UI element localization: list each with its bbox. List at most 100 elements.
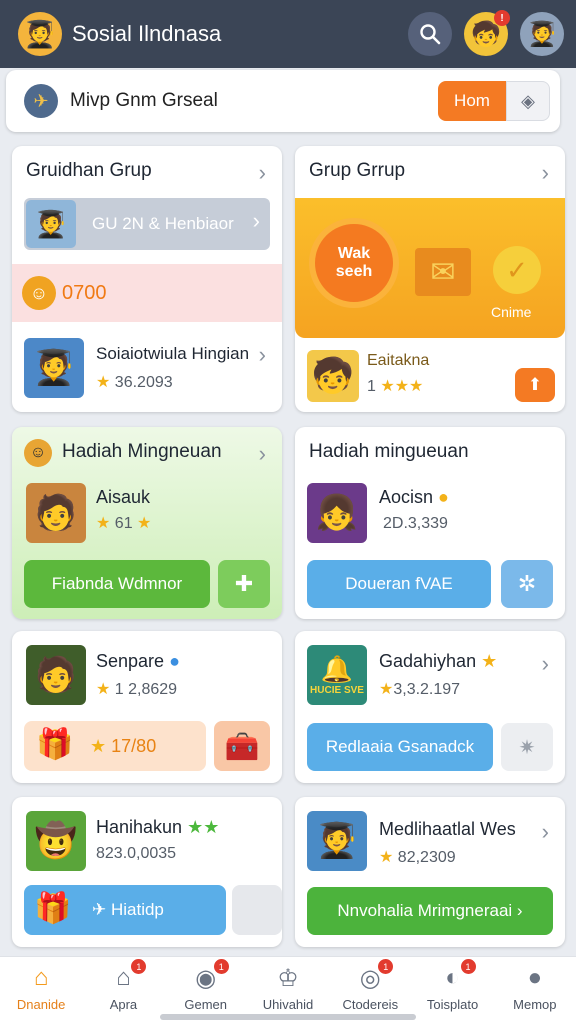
search-icon — [420, 24, 441, 45]
check-coin-icon: ✓ — [493, 246, 541, 294]
bell-icon: 🔔 — [320, 654, 354, 684]
gift-strip[interactable]: 🎁 ★ 17/80 — [24, 721, 206, 771]
badge-line-2: seeh — [335, 263, 373, 280]
member-avatar[interactable]: 🤠 — [26, 811, 86, 871]
member-avatar[interactable]: 🧑 — [26, 645, 86, 705]
star-icon: ★★★ — [380, 378, 424, 395]
member-score: 823.0,0035 — [96, 845, 177, 862]
star-icon: ★ — [96, 515, 111, 532]
search-button[interactable] — [408, 12, 452, 56]
profile-icon: ● — [527, 964, 543, 991]
member-avatar[interactable]: 🧑 — [26, 483, 86, 543]
toggle-icon[interactable]: ◈ — [506, 81, 550, 121]
member-name: Aocisn ● — [379, 487, 449, 508]
help-button[interactable]: 🎁 ✈ Hiatidp — [24, 885, 226, 935]
card-title: Hadiah mingueuan — [309, 441, 469, 462]
coin-icon: ☺ — [22, 276, 56, 310]
star-icon: ★ — [481, 651, 498, 671]
star-icon: ★ — [379, 681, 394, 698]
score-value: 3,3.2.197 — [393, 681, 461, 698]
group-search-bar[interactable]: ✈ Mivp Gnm Grseal Hom ◈ — [6, 70, 560, 132]
chevron-right-icon[interactable]: › — [259, 160, 266, 186]
extra-button[interactable]: ✷ — [501, 723, 553, 771]
member-card-1[interactable]: 🧑 Senpare ● ★ 1 2,8629 🎁 ★ 17/80 🧰 — [12, 631, 282, 783]
nav-item-home[interactable]: ⌂ Dnanide — [0, 957, 82, 1024]
chevron-right-icon: › — [252, 208, 260, 233]
help-label: ✈ Hiatidp — [92, 900, 164, 919]
reward-card-1[interactable]: ☺ Hadiah Mingneuan › 🧑 Aisauk ★ 61 ★ Fia… — [12, 427, 282, 619]
circle-icon: ◎ 1 — [353, 959, 394, 993]
download-button[interactable]: Doueran fVAE — [307, 560, 491, 608]
nav-label: Uhivahid — [262, 997, 314, 1012]
member-score: ★3,3.2.197 — [379, 679, 460, 699]
coin-icon: ● — [438, 487, 449, 507]
claim-reward-button[interactable]: Fiabnda Wdmnor — [24, 560, 210, 608]
star-icon: ★ — [96, 681, 111, 698]
chevron-right-icon[interactable]: › — [259, 441, 266, 467]
card-title: Hadiah Mingneuan — [62, 441, 222, 462]
treasure-button[interactable]: 🧰 — [214, 721, 270, 771]
redeem-button[interactable]: Redlaaia Gsanadck — [307, 723, 493, 771]
group-card-1[interactable]: Gruidhan Grup › 🧑‍🎓 GU 2N & Henbiaor › ☺… — [12, 146, 282, 412]
score-value: 61 — [114, 515, 133, 532]
puzzle-button[interactable]: ✚ — [218, 560, 270, 608]
nav-item-chat[interactable]: ◐ 1 Toisplato — [411, 957, 493, 1024]
app-logo-avatar[interactable]: 🧑‍🎓 — [18, 12, 62, 56]
member-name: Aisauk — [96, 487, 151, 507]
tile-label: HUCIE SVE — [310, 685, 364, 696]
group-tile[interactable]: 🔔 HUCIE SVE — [307, 645, 367, 705]
gift-value-text: 17/80 — [111, 736, 157, 756]
star-icon: ★ — [379, 849, 394, 866]
member-card-4[interactable]: 🧑‍🎓 Medlihaatlal Wes › ★ 82,2309 Nnvohal… — [295, 797, 565, 947]
group-card-2[interactable]: Grup Grrup › Wak seeh ✉ ✓ Cnime 🧒 Eaitak… — [295, 146, 565, 412]
nav-item-camera[interactable]: ⌂ 1 Apra — [82, 957, 164, 1024]
member-name-text: Gadahiyhan — [379, 651, 477, 671]
settings-button[interactable]: ✲ — [501, 560, 553, 608]
chevron-right-icon[interactable]: › — [542, 160, 549, 186]
nav-badge: 1 — [460, 959, 476, 974]
promo-banner[interactable]: Wak seeh ✉ ✓ Cnime — [295, 198, 565, 338]
group-banner[interactable]: 🧑‍🎓 GU 2N & Henbiaor › — [24, 198, 270, 250]
nav-item-profile[interactable]: ● Memop — [494, 957, 576, 1024]
member-avatar[interactable]: 🧑‍🎓 — [307, 811, 367, 871]
member-name: Soiaiotwiula Hingian — [96, 344, 250, 363]
nav-badge: 1 — [378, 959, 394, 974]
member-score: ★ 61 ★ — [96, 513, 151, 533]
profile-avatar[interactable]: 🧑‍🎓 — [520, 12, 564, 56]
reward-card-2[interactable]: Hadiah mingueuan 👧 Aocisn ● 2D.3,339 Dou… — [295, 427, 565, 619]
sun-badge: Wak seeh — [309, 218, 399, 308]
camera-icon: ⌂ 1 — [106, 959, 147, 993]
join-button[interactable]: ⬆ — [515, 368, 555, 402]
home-button[interactable]: Hom — [438, 81, 506, 121]
coin-strip: ☺ 0700 — [12, 264, 282, 322]
nav-label: Toisplato — [426, 997, 479, 1012]
notification-avatar[interactable]: 🧒! — [464, 10, 510, 56]
reward-icon: ☺ — [24, 439, 52, 467]
gift-icon: 🎁 — [36, 728, 74, 761]
member-name: Medlihaatlal Wes — [379, 819, 516, 839]
member-avatar[interactable]: 👧 — [307, 483, 367, 543]
chevron-right-icon[interactable]: › — [542, 819, 549, 845]
chevron-right-icon[interactable]: › — [259, 342, 266, 368]
top-app-bar: 🧑‍🎓 Sosial Ilndnasa 🧒! 🧑‍🎓 — [0, 0, 576, 68]
member-score: ★ 1 2,8629 — [96, 679, 177, 699]
help-label-text: Hiatidp — [110, 900, 164, 919]
member-score: ★ 82,2309 — [379, 847, 456, 867]
nav-label: Dnanide — [16, 997, 66, 1012]
banner-avatar: 🧑‍🎓 — [26, 200, 76, 248]
member-name: Hanihakun ★★ — [96, 817, 219, 838]
score-value: 1 2,8629 — [114, 681, 178, 698]
member-avatar[interactable]: 🧒 — [307, 350, 359, 402]
nav-label: Memop — [513, 997, 557, 1012]
member-avatar[interactable]: 🧑‍🎓 — [24, 338, 84, 398]
stars-value: 1 — [367, 378, 376, 395]
star-icon: ★ — [137, 515, 152, 532]
member-stars: 1 ★★★ — [367, 376, 423, 396]
badge-line-1: Wak — [337, 245, 371, 262]
extra-button[interactable] — [232, 885, 282, 935]
nav-badge: 1 — [213, 959, 229, 974]
member-card-2[interactable]: 🔔 HUCIE SVE Gadahiyhan ★ › ★3,3.2.197 Red… — [295, 631, 565, 783]
chevron-right-icon[interactable]: › — [542, 651, 549, 677]
weekly-reward-button[interactable]: Nnvohalia Mrimgneraai › — [307, 887, 553, 935]
member-card-3[interactable]: 🤠 Hanihakun ★★ 823.0,0035 🎁 ✈ Hiatidp — [12, 797, 282, 947]
